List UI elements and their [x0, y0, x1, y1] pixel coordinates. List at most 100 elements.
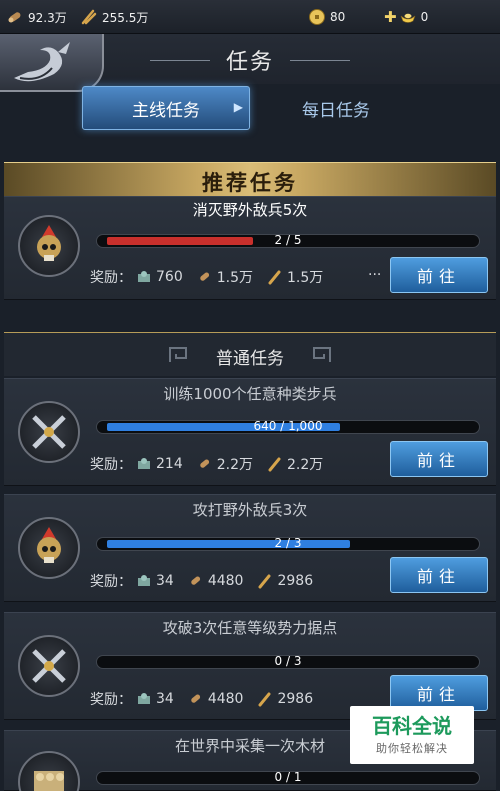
task-progress-bar: 0 / 3	[96, 655, 480, 669]
food-icon	[258, 574, 271, 589]
troops-icon	[138, 271, 150, 282]
crossed-swords-icon	[18, 635, 80, 697]
reward-food: 2.2万	[267, 454, 323, 474]
wood-resource[interactable]: 92.3万	[6, 7, 67, 27]
wood-icon	[191, 694, 200, 703]
food-resource[interactable]: 255.5万	[80, 7, 148, 27]
task-progress-bar: 0 / 1	[96, 771, 480, 785]
resource-bar: 92.3万 255.5万 80 ✚ 0	[0, 0, 500, 34]
task-card: 攻破3次任意等级势力据点 0 / 3 奖励： 34 4480 2986 前往	[4, 612, 496, 720]
reward-wood: 1.5万	[197, 267, 253, 287]
reward-label: 奖励：	[90, 457, 132, 473]
dragon-icon	[14, 42, 70, 82]
crossed-swords-icon	[18, 401, 80, 463]
watermark-title: 百科全说	[372, 714, 452, 738]
tab-main-quests[interactable]: 主线任务 ▶	[82, 86, 250, 130]
task-card: 训练1000个任意种类步兵 640 / 1,000 奖励： 214 2.2万 2…	[4, 378, 496, 486]
task-progress-bar: 2 / 5	[96, 234, 480, 248]
reward-troops: 34	[136, 573, 174, 589]
reward-troops-value: 214	[156, 456, 183, 472]
task-title: 攻破3次任意等级势力据点	[162, 619, 338, 637]
troops-icon	[138, 575, 150, 586]
coin-amount: 80	[330, 10, 346, 24]
coin-resource[interactable]: 80	[308, 7, 345, 27]
reward-wood: 2.2万	[197, 454, 253, 474]
reward-food-value: 2.2万	[287, 457, 324, 473]
wood-pile-icon	[18, 751, 80, 791]
food-icon	[81, 9, 97, 25]
reward-troops-value: 34	[156, 691, 174, 707]
gold-amount: 0	[420, 10, 429, 24]
progress-text: 0 / 3	[274, 655, 302, 668]
watermark-subtitle: 助你轻松解决	[376, 742, 448, 755]
reward-wood: 4480	[188, 691, 244, 707]
reward-row: 奖励： 214 2.2万 2.2万	[90, 454, 337, 474]
reward-troops-value: 34	[156, 573, 174, 589]
wood-icon	[8, 12, 21, 23]
food-amount: 255.5万	[102, 10, 149, 25]
normal-tasks-title: 普通任务	[216, 349, 284, 369]
progress-text: 2 / 3	[274, 537, 302, 550]
task-title: 攻打野外敌兵3次	[192, 501, 308, 519]
reward-wood-value: 2.2万	[216, 457, 253, 473]
progress-text: 640 / 1,000	[253, 420, 323, 433]
tab-main-quests-label: 主线任务	[132, 100, 200, 121]
reward-troops-value: 760	[156, 269, 183, 285]
task-card: 攻打野外敌兵3次 2 / 3 奖励： 34 4480 2986 前往	[4, 494, 496, 602]
go-button[interactable]: 前往	[390, 441, 488, 477]
coin-icon	[309, 9, 325, 25]
reward-row: 奖励： 34 4480 2986	[90, 571, 327, 591]
reward-troops: 34	[136, 691, 174, 707]
task-progress-bar: 640 / 1,000	[96, 420, 480, 434]
ornament-right-icon	[313, 347, 331, 362]
reward-food: 2986	[257, 573, 313, 589]
progress-text: 2 / 5	[274, 234, 302, 247]
wood-icon	[191, 576, 200, 585]
reward-food-value: 2986	[277, 691, 314, 707]
more-rewards-icon[interactable]: ···	[368, 267, 381, 283]
reward-wood-value: 4480	[207, 691, 244, 707]
tab-daily-quests-label: 每日任务	[302, 100, 370, 121]
gold-resource[interactable]: ✚ 0	[384, 7, 428, 27]
reward-label: 奖励：	[90, 270, 132, 286]
reward-label: 奖励：	[90, 574, 132, 590]
normal-tasks-header: 普通任务	[4, 332, 496, 376]
reward-food-value: 2986	[277, 573, 314, 589]
page-title: 任务	[225, 50, 274, 75]
dragon-emblem[interactable]	[0, 34, 104, 92]
go-button[interactable]: 前往	[390, 557, 488, 593]
food-icon	[258, 692, 271, 707]
reward-food: 1.5万	[267, 267, 323, 287]
skull-helmet-icon	[18, 517, 80, 579]
reward-wood-value: 4480	[207, 573, 244, 589]
recommended-task-card: 消灭野外敌兵5次 2 / 5 奖励： 760 1.5万 1.5万 ··· 前往	[4, 196, 496, 300]
task-progress-bar: 2 / 3	[96, 537, 480, 551]
wood-amount: 92.3万	[28, 10, 67, 25]
food-icon	[268, 457, 281, 472]
reward-row: 奖励： 760 1.5万 1.5万	[90, 267, 337, 287]
reward-food: 2986	[257, 691, 313, 707]
wood-icon	[199, 459, 209, 468]
wood-icon	[199, 272, 209, 281]
reward-food-value: 1.5万	[287, 270, 324, 286]
skull-helmet-icon	[18, 215, 80, 277]
reward-label: 奖励：	[90, 692, 132, 708]
reward-wood-value: 1.5万	[216, 270, 253, 286]
tab-daily-quests[interactable]: 每日任务	[254, 86, 418, 130]
watermark-logo: 百科全说 助你轻松解决	[350, 706, 474, 764]
recommended-banner: 推荐任务	[4, 162, 496, 196]
reward-troops: 760	[136, 269, 183, 285]
progress-text: 0 / 1	[274, 771, 302, 784]
task-title: 训练1000个任意种类步兵	[163, 385, 337, 403]
go-button[interactable]: 前往	[390, 257, 488, 293]
gold-ingot-icon	[400, 13, 415, 23]
recommended-banner-label: 推荐任务	[202, 170, 298, 195]
add-gold-icon[interactable]: ✚	[384, 8, 397, 26]
reward-row: 奖励： 34 4480 2986	[90, 689, 327, 709]
reward-troops: 214	[136, 456, 183, 472]
troops-icon	[138, 693, 150, 704]
reward-wood: 4480	[188, 573, 244, 589]
tab-arrow-icon: ▶	[233, 100, 243, 114]
food-icon	[268, 270, 281, 285]
troops-icon	[138, 458, 150, 469]
